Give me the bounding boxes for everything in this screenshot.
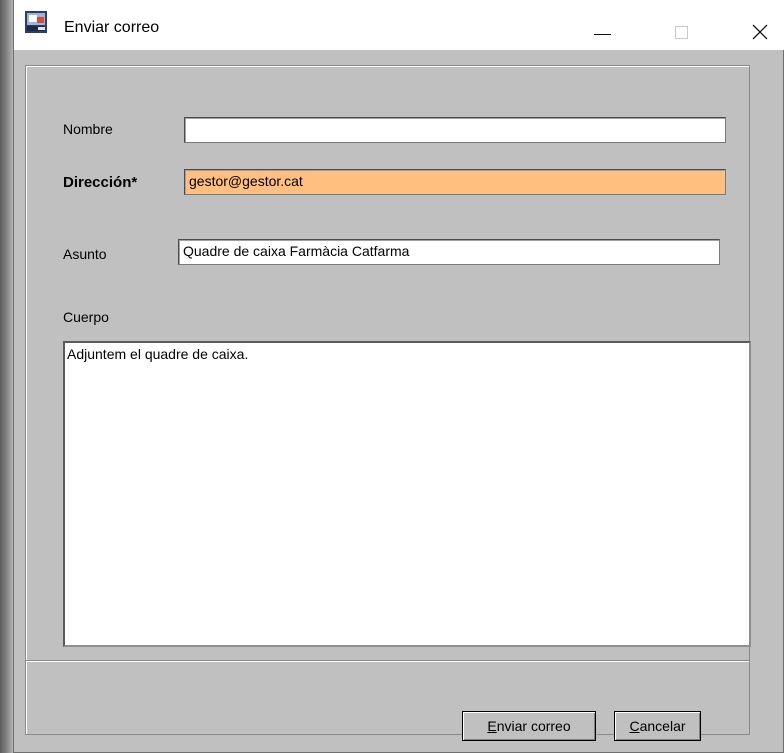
- cuerpo-textarea[interactable]: Adjuntem el quadre de caixa.: [63, 341, 751, 647]
- nombre-field[interactable]: [184, 117, 726, 143]
- asunto-label: Asunto: [63, 246, 107, 262]
- asunto-field[interactable]: Quadre de caixa Farmàcia Catfarma: [178, 239, 720, 265]
- send-mail-dialog: Enviar correo Nombre Dirección* gestor@g…: [13, 0, 784, 753]
- direccion-label: Dirección*: [63, 174, 138, 191]
- window-title: Enviar correo: [64, 19, 160, 36]
- background-window-edge: [0, 0, 13, 753]
- button-divider: [26, 660, 749, 662]
- app-icon: [25, 11, 47, 33]
- send-mail-button[interactable]: Enviar correo: [462, 711, 596, 741]
- close-icon[interactable]: [737, 0, 783, 50]
- title-bar[interactable]: Enviar correo: [14, 0, 784, 50]
- maximize-icon: [661, 0, 707, 50]
- direccion-field[interactable]: gestor@gestor.cat: [184, 169, 726, 195]
- cuerpo-label: Cuerpo: [63, 309, 109, 325]
- cancel-button[interactable]: Cancelar: [614, 711, 701, 741]
- minimize-icon[interactable]: [580, 0, 626, 50]
- nombre-label: Nombre: [63, 121, 113, 137]
